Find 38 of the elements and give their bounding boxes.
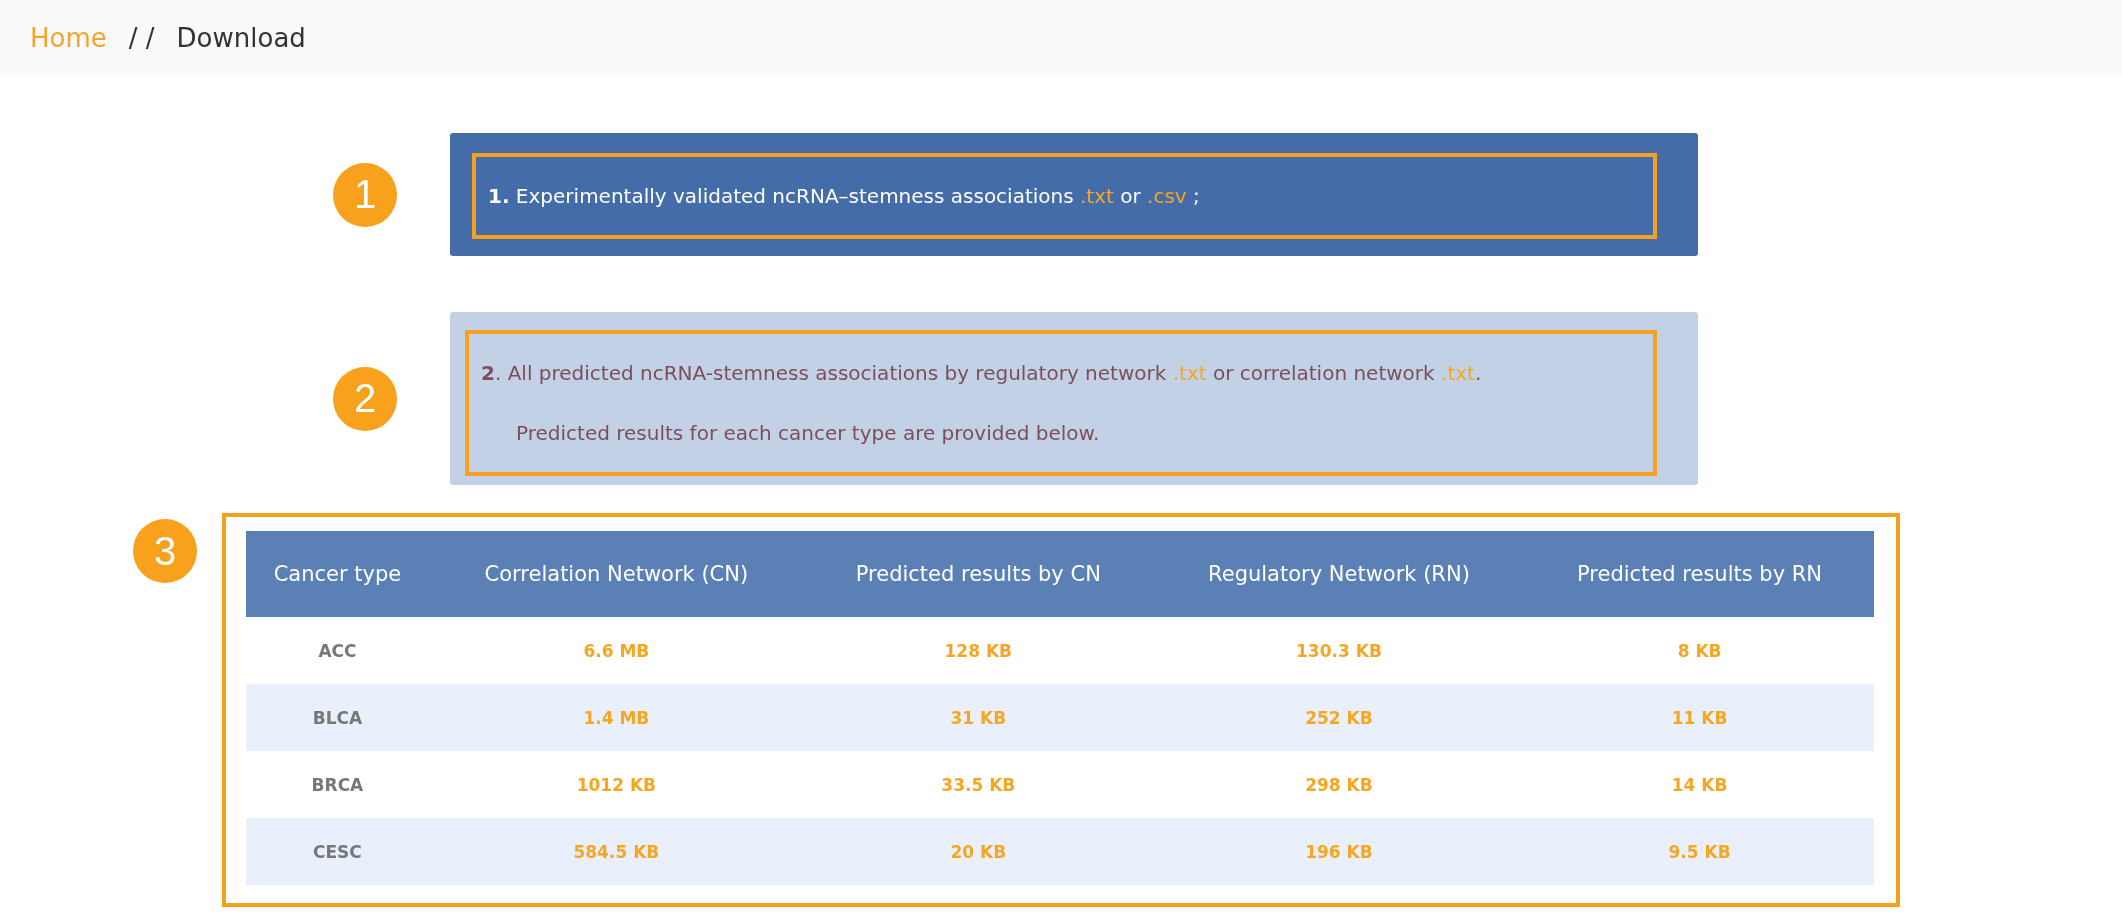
table-cell: ACC (318, 640, 357, 661)
description-text: 1. Experimentally validated ncRNA–stemness associations .txt or .csv ; (488, 183, 1201, 209)
file-link[interactable]: .txt (1441, 361, 1475, 385)
step-number-badge: 3 (133, 519, 197, 583)
column-header: Regulatory Network (RN) (1152, 531, 1526, 617)
table-cell: BRCA (311, 774, 364, 795)
file-link[interactable]: .txt (1080, 184, 1114, 208)
download-link[interactable]: 1012 KB (576, 774, 657, 795)
download-link[interactable]: 128 KB (944, 640, 1013, 661)
step-number-badge: 2 (333, 366, 397, 431)
column-header: Cancer type (246, 531, 429, 617)
column-header: Predicted results by CN (803, 531, 1153, 617)
download-link[interactable]: 196 KB (1305, 841, 1373, 862)
file-link[interactable]: .csv (1147, 184, 1187, 208)
column-header: Predicted results by RN (1525, 531, 1874, 617)
table-cell: BLCA (312, 707, 363, 728)
download-link[interactable]: 9.5 KB (1668, 841, 1731, 862)
table-cell: CESC (313, 841, 362, 862)
download-link[interactable]: 1.4 MB (583, 707, 650, 728)
download-link[interactable]: 31 KB (950, 707, 1007, 728)
description-text: 2. All predicted ncRNA-stemness associations by regulatory network .txt or correlation network .txt. (481, 360, 1483, 386)
download-link[interactable]: 252 KB (1305, 707, 1373, 728)
file-link[interactable]: .txt (1172, 361, 1207, 385)
description-text: Predicted results for each cancer type are provided below. (515, 420, 1101, 446)
download-link[interactable]: 11 KB (1671, 707, 1728, 728)
download-link[interactable]: 20 KB (950, 841, 1007, 862)
download-link[interactable]: 130.3 KB (1296, 640, 1382, 661)
download-link[interactable]: 298 KB (1305, 774, 1373, 795)
home-link[interactable]: Home (30, 22, 107, 53)
download-link[interactable]: 33.5 KB (941, 774, 1016, 795)
breadcrumb-current: Download (176, 22, 306, 53)
download-link[interactable]: 6.6 MB (583, 640, 650, 661)
column-header: Correlation Network (CN) (428, 531, 804, 617)
download-link[interactable]: 14 KB (1671, 774, 1728, 795)
download-link[interactable]: 8 KB (1677, 640, 1722, 661)
step-number-badge: 1 (333, 162, 397, 227)
download-link[interactable]: 584.5 KB (573, 841, 660, 862)
breadcrumb-separator: / / (128, 22, 155, 53)
